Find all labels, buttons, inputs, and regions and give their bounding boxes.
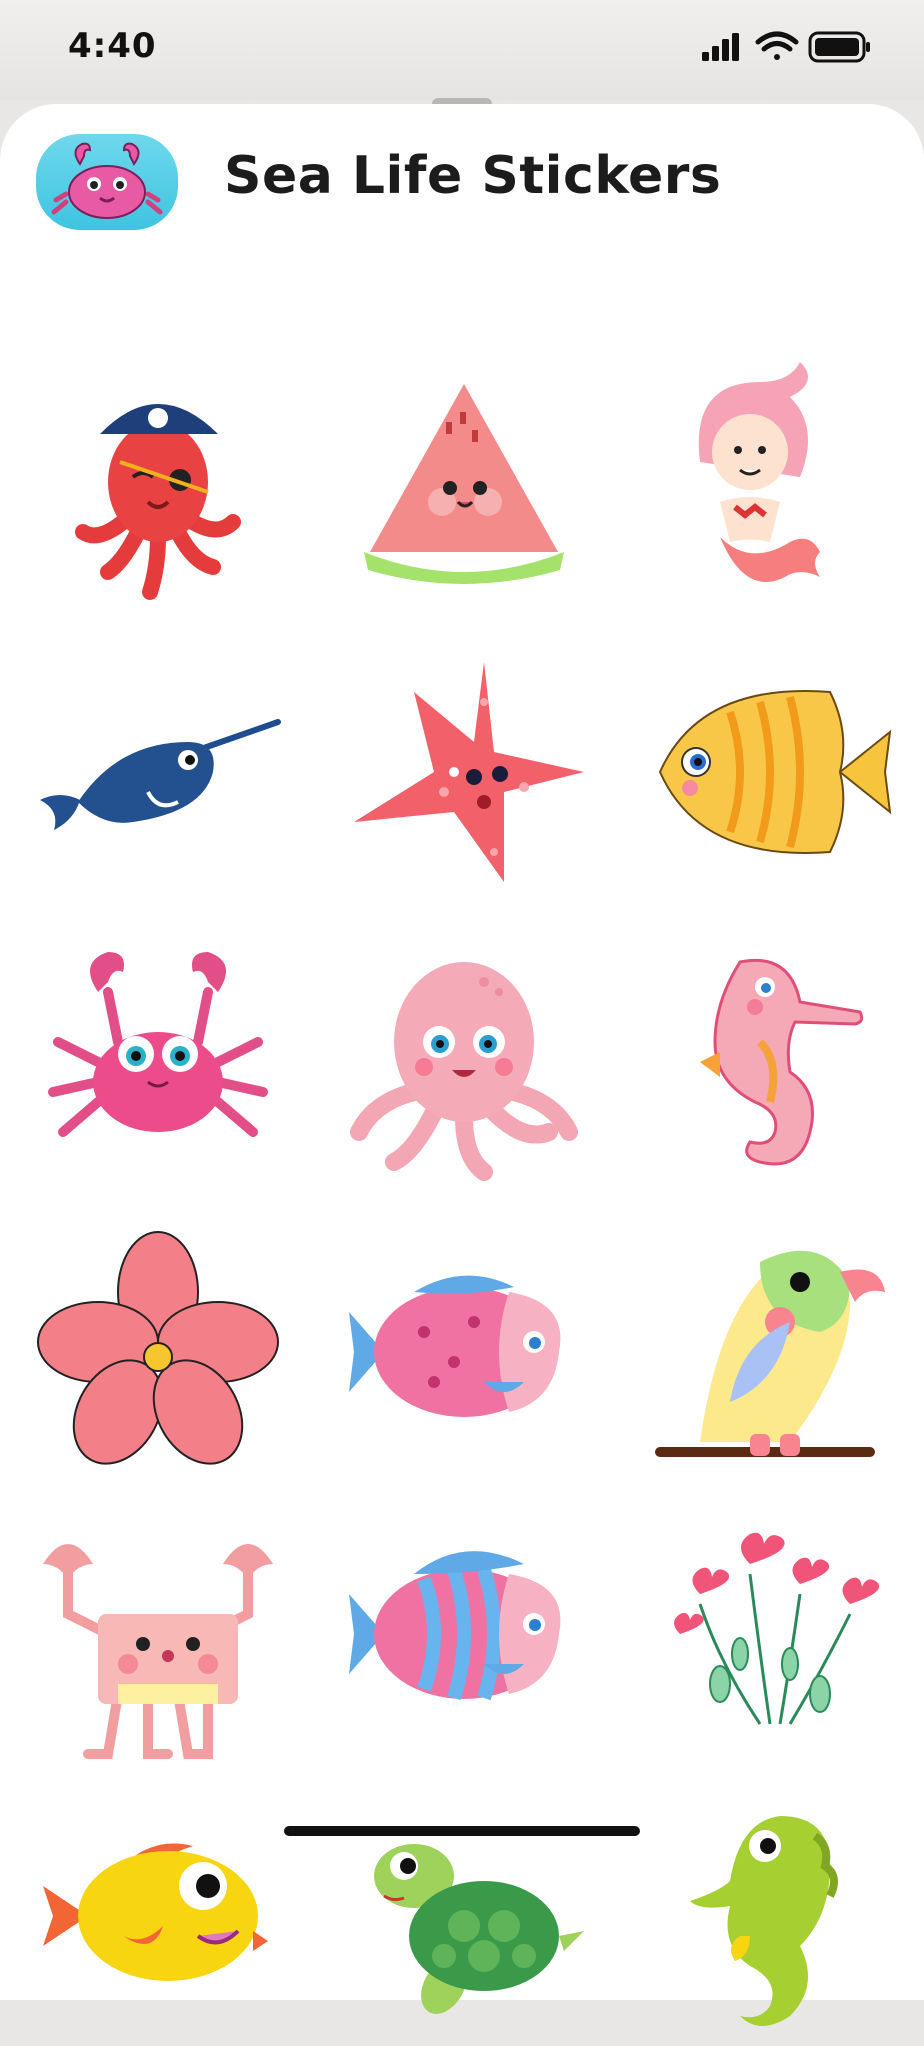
starfish-icon [354,662,584,882]
pink-octopus-icon [350,962,578,1181]
watermelon-icon [364,382,564,584]
pirate-octopus-icon [75,404,241,600]
status-bar: 4:40 [0,0,924,100]
spotted-fish-icon [349,1275,561,1417]
turtle-icon [374,1844,584,2014]
pink-crab-icon [48,952,268,1137]
heart-flowers-sticker[interactable] [640,1504,900,1764]
striped-fish-sticker[interactable] [334,1504,594,1764]
square-crab-sticker[interactable] [28,1504,288,1764]
mermaid-icon [698,362,820,582]
cellular-signal-icon [702,33,739,61]
narwhal-sticker[interactable] [28,642,288,902]
wifi-icon [755,31,799,60]
status-time: 4:40 [68,26,157,66]
battery-icon [808,31,870,63]
crab-app-icon [36,134,178,230]
parrot-sticker[interactable] [640,1222,900,1482]
sticker-sheet: Sea Life Stickers [0,104,924,2026]
starfish-sticker[interactable] [334,642,594,902]
status-icons [702,30,872,64]
flower-icon [37,1231,279,1465]
turtle-sticker[interactable] [334,1786,594,2046]
pink-crab-sticker[interactable] [28,932,288,1192]
striped-fish-icon [349,1551,561,1701]
page-title: Sea Life Stickers [224,146,722,206]
yellow-fish-icon [658,690,892,854]
square-crab-icon [43,1544,273,1759]
watermelon-sticker[interactable] [334,352,594,612]
pirate-octopus-sticker[interactable] [28,352,288,612]
pink-octopus-sticker[interactable] [334,932,594,1192]
home-indicator[interactable] [284,1826,640,1836]
parrot-icon [655,1250,885,1457]
flower-sticker[interactable] [28,1222,288,1482]
seahorse-pink-sticker[interactable] [640,932,900,1192]
spotted-fish-sticker[interactable] [334,1222,594,1482]
green-seahorse-icon [690,1816,838,2026]
yellow-fish-sticker[interactable] [640,642,900,902]
narwhal-icon [40,719,281,830]
mermaid-sticker[interactable] [640,352,900,612]
orange-yellow-fish-sticker[interactable] [28,1786,288,2046]
orange-yellow-fish-icon [43,1843,268,1981]
heart-flowers-icon [674,1532,880,1725]
green-seahorse-sticker[interactable] [640,1786,900,2046]
seahorse-pink-icon [700,958,864,1166]
